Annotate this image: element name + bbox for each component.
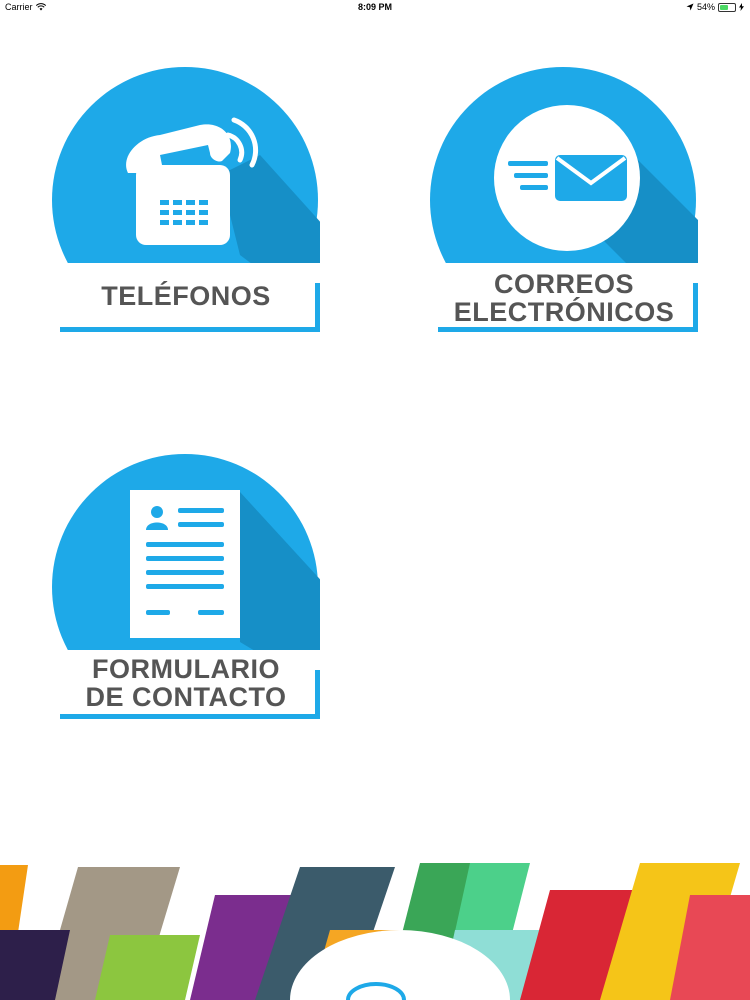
- battery-icon: [718, 2, 736, 12]
- status-bar: Carrier 8:09 PM 54%: [0, 0, 750, 16]
- formulario-contacto-tile[interactable]: FORMULARIO DE CONTACTO: [50, 452, 320, 727]
- label-line: FORMULARIO: [92, 654, 280, 684]
- battery-level: [720, 4, 728, 10]
- decorative-stripes-footer: [0, 863, 750, 1000]
- telefonos-label: TELÉFONOS: [58, 282, 314, 310]
- battery-percent: 54%: [696, 2, 715, 12]
- charging-bolt-icon: [739, 3, 744, 11]
- label-line: DE CONTACTO: [85, 682, 287, 712]
- formulario-contacto-label: FORMULARIO DE CONTACTO: [58, 655, 314, 711]
- status-time: 8:09 PM: [357, 2, 392, 12]
- telefonos-tile[interactable]: TELÉFONOS: [50, 65, 320, 340]
- status-right: 54%: [686, 2, 744, 12]
- location-arrow-icon: [686, 3, 694, 11]
- correos-electronicos-tile[interactable]: CORREOS ELECTRÓNICOS: [428, 65, 698, 340]
- label-line: TELÉFONOS: [101, 281, 271, 311]
- correos-electronicos-label: CORREOS ELECTRÓNICOS: [436, 270, 692, 326]
- label-line: ELECTRÓNICOS: [453, 297, 675, 327]
- label-line: CORREOS: [493, 269, 635, 299]
- form-document-icon: [130, 490, 240, 638]
